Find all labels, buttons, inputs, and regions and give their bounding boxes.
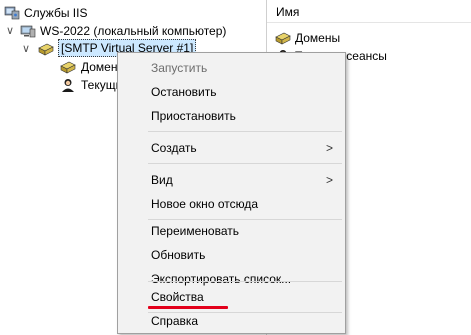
menu-item-label: Запустить [151,61,208,75]
domains-icon [60,61,76,74]
menu-item-create[interactable]: Создать > [118,136,345,160]
menu-item-label: Остановить [151,85,217,99]
menu-item-label: Новое окно отсюда [151,197,259,211]
menu-item-help[interactable]: Справка [118,309,345,333]
menu-item-new-window[interactable]: Новое окно отсюда [118,192,345,216]
submenu-arrow-icon: > [325,141,333,155]
menu-item-start[interactable]: Запустить [118,56,345,80]
smtp-server-icon [38,43,54,56]
menu-item-stop[interactable]: Остановить [118,80,345,104]
menu-item-label: Обновить [151,248,206,262]
column-header-name[interactable]: Имя [267,0,471,23]
column-header-label: Имя [276,5,300,19]
tree-node-label: WS-2022 (локальный компьютер) [40,24,227,38]
tree-node-server[interactable]: ∨ WS-2022 (локальный компьютер) [2,22,262,40]
menu-item-label: Переименовать [151,224,239,238]
menu-item-label: Справка [151,314,199,328]
submenu-arrow-icon: > [325,173,333,187]
menu-item-rename[interactable]: Переименовать [118,219,345,243]
menu-item-label: Приостановить [151,109,236,123]
tree-node-iis-services[interactable]: Службы IIS [2,4,202,22]
list-item[interactable]: Домены [273,29,463,47]
iis-services-icon [4,6,20,20]
menu-item-refresh[interactable]: Обновить [118,243,345,267]
server-icon [20,25,36,38]
user-sessions-icon [62,79,74,92]
chevron-down-icon[interactable]: ∨ [20,40,32,58]
menu-separator [148,131,342,132]
menu-separator [148,163,342,164]
tree-node-label: Службы IIS [24,6,88,20]
menu-separator [148,281,342,282]
chevron-down-icon[interactable]: ∨ [4,22,16,40]
menu-item-label: Вид [151,173,173,187]
menu-item-pause[interactable]: Приостановить [118,104,345,128]
domains-icon [275,32,291,45]
list-item-label: Домены [295,31,341,45]
menu-item-view[interactable]: Вид > [118,168,345,192]
context-menu: Запустить Остановить Приостановить Созда… [117,52,346,334]
menu-item-label: Создать [151,141,197,155]
